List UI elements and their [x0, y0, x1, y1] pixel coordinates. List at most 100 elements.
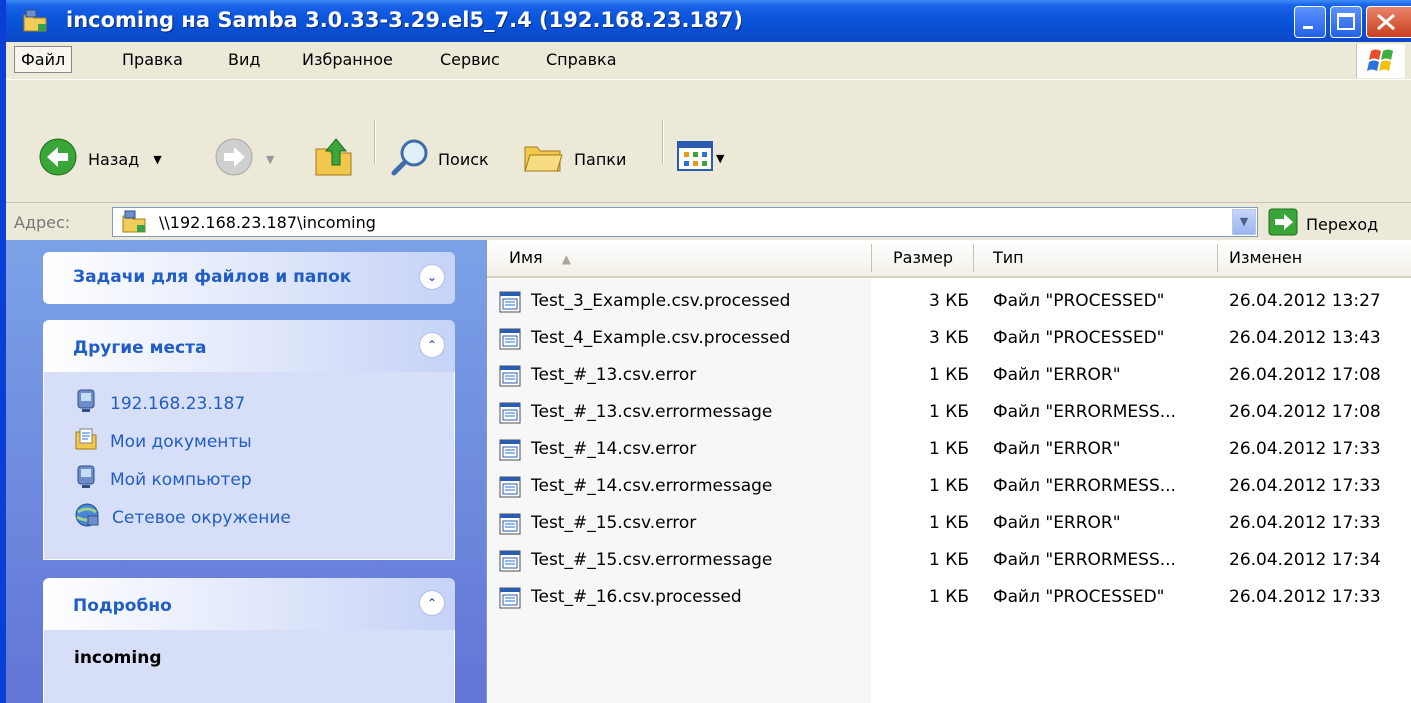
file-name: Test_#_16.csv.processed	[531, 587, 742, 607]
search-button[interactable]: Поиск	[390, 137, 489, 181]
file-row[interactable]: Test_#_13.csv.error 1 КБ Файл "ERROR" 26.04…	[487, 358, 1411, 395]
file-name: Test_4_Example.csv.processed	[531, 328, 791, 348]
file-modified: 26.04.2012 17:33	[1229, 513, 1381, 533]
maximize-button[interactable]	[1330, 6, 1362, 38]
folders-label: Папки	[574, 149, 627, 169]
menu-help[interactable]: Справка	[546, 50, 617, 69]
file-row[interactable]: Test_#_15.csv.errormessage 1 КБ Файл "ERRO…	[487, 543, 1411, 580]
column-divider[interactable]	[871, 244, 872, 272]
back-arrow-icon	[38, 137, 78, 181]
network-computer-icon	[74, 388, 110, 419]
file-type: Файл "PROCESSED"	[993, 328, 1165, 348]
place-label: Мой компьютер	[110, 469, 252, 490]
minimize-button[interactable]	[1294, 6, 1326, 38]
file-name: Test_#_14.csv.error	[531, 439, 697, 459]
place-label: Мои документы	[110, 431, 252, 452]
place-link-network-places[interactable]: Сетевое окружение	[74, 502, 291, 533]
file-icon	[499, 291, 521, 318]
windows-logo-icon	[1356, 44, 1405, 78]
file-icon	[499, 587, 521, 614]
search-icon	[390, 137, 430, 181]
file-type: Файл "ERROR"	[993, 365, 1121, 385]
file-size: 1 КБ	[929, 476, 969, 496]
file-list-view: Имя ▲ Размер Тип Изменен Test_3_Example.…	[486, 240, 1411, 703]
column-header-type[interactable]: Тип	[993, 248, 1024, 267]
go-label: Переход	[1306, 214, 1379, 234]
file-row[interactable]: Test_#_14.csv.errormessage 1 КБ Файл "ERRO…	[487, 469, 1411, 506]
column-header-modified[interactable]: Изменен	[1229, 248, 1302, 267]
other-places-title: Другие места	[73, 338, 207, 358]
menu-view[interactable]: Вид	[228, 50, 260, 69]
address-dropdown-icon[interactable]: ▼	[1232, 209, 1256, 235]
details-panel-header[interactable]: Подробно ⌃	[43, 578, 455, 630]
toolbar: Назад ▼ ▼ Поиск Папки ▼	[6, 80, 1411, 202]
back-dropdown-icon[interactable]: ▼	[153, 153, 161, 166]
file-row[interactable]: Test_#_15.csv.error 1 КБ Файл "ERROR" 26.04…	[487, 506, 1411, 543]
place-link-my-computer[interactable]: Мой компьютер	[74, 464, 252, 495]
file-name: Test_#_15.csv.error	[531, 513, 697, 533]
file-tasks-title: Задачи для файлов и папок	[73, 267, 352, 287]
place-link-network-computer[interactable]: 192.168.23.187	[74, 388, 245, 419]
views-button[interactable]: ▼	[676, 140, 724, 176]
other-places-list: 192.168.23.187 Мои документы Мой компьют…	[43, 372, 455, 560]
up-folder-icon	[312, 135, 356, 183]
menu-file[interactable]: Файл	[14, 46, 73, 73]
forward-button[interactable]: ▼	[214, 137, 274, 181]
file-size: 1 КБ	[929, 365, 969, 385]
folders-icon	[522, 137, 564, 181]
details-item-name: incoming	[74, 648, 162, 668]
other-places-panel-header[interactable]: Другие места ⌃	[43, 320, 455, 372]
collapse-chevron-icon[interactable]: ⌃	[419, 590, 445, 616]
network-places-icon	[74, 502, 112, 533]
file-tasks-panel-header[interactable]: Задачи для файлов и папок ⌄	[43, 252, 455, 304]
file-size: 1 КБ	[929, 402, 969, 422]
file-type: Файл "PROCESSED"	[993, 587, 1165, 607]
column-divider[interactable]	[1217, 244, 1218, 272]
file-icon	[499, 550, 521, 577]
file-icon	[499, 402, 521, 429]
file-modified: 26.04.2012 17:08	[1229, 402, 1381, 422]
column-header-name[interactable]: Имя ▲	[509, 248, 571, 267]
go-button[interactable]: Переход	[1268, 208, 1378, 240]
views-dropdown-icon[interactable]: ▼	[716, 152, 724, 165]
column-divider[interactable]	[973, 244, 974, 272]
search-label: Поиск	[438, 149, 489, 169]
my-computer-icon	[74, 464, 110, 495]
window-title: incoming на Samba 3.0.33-3.29.el5_7.4 (1…	[66, 8, 743, 32]
menu-edit[interactable]: Правка	[122, 50, 183, 69]
close-button[interactable]	[1366, 6, 1411, 38]
folders-button[interactable]: Папки	[522, 137, 626, 181]
expand-chevron-icon[interactable]: ⌄	[419, 264, 445, 290]
file-row[interactable]: Test_3_Example.csv.processed 3 КБ Файл "PR…	[487, 284, 1411, 321]
title-bar[interactable]: incoming на Samba 3.0.33-3.29.el5_7.4 (1…	[6, 0, 1411, 42]
forward-dropdown-icon[interactable]: ▼	[266, 153, 274, 166]
file-type: Файл "ERROR"	[993, 439, 1121, 459]
file-row[interactable]: Test_#_16.csv.processed 1 КБ Файл "PROCESS…	[487, 580, 1411, 617]
network-folder-icon	[22, 9, 48, 33]
file-row[interactable]: Test_#_14.csv.error 1 КБ Файл "ERROR" 26.04…	[487, 432, 1411, 469]
place-label: Сетевое окружение	[112, 507, 291, 528]
back-button[interactable]: Назад ▼	[38, 137, 162, 181]
collapse-chevron-icon[interactable]: ⌃	[419, 332, 445, 358]
column-header-size[interactable]: Размер	[893, 248, 953, 267]
up-folder-button[interactable]	[312, 135, 356, 183]
forward-arrow-icon	[214, 137, 254, 181]
menu-bar: Файл Правка Вид Избранное Сервис Справка	[6, 42, 1411, 80]
address-value: \\192.168.23.187\incoming	[159, 213, 376, 232]
address-bar: Адрес: \\192.168.23.187\incoming ▼ Перех…	[6, 202, 1411, 241]
task-pane: Задачи для файлов и папок ⌄ Другие места…	[6, 240, 486, 703]
address-input[interactable]: \\192.168.23.187\incoming ▼	[112, 207, 1258, 237]
file-type: Файл "ERRORMESS...	[993, 550, 1176, 570]
file-row[interactable]: Test_#_13.csv.errormessage 1 КБ Файл "ERRO…	[487, 395, 1411, 432]
network-folder-icon	[121, 210, 147, 239]
file-row[interactable]: Test_4_Example.csv.processed 3 КБ Файл "PR…	[487, 321, 1411, 358]
menu-tools[interactable]: Сервис	[440, 50, 500, 69]
menu-favorites[interactable]: Избранное	[302, 50, 393, 69]
file-size: 1 КБ	[929, 587, 969, 607]
file-size: 1 КБ	[929, 439, 969, 459]
file-size: 1 КБ	[929, 550, 969, 570]
address-label: Адрес:	[14, 213, 71, 232]
place-link-my-documents[interactable]: Мои документы	[74, 426, 252, 457]
file-size: 1 КБ	[929, 513, 969, 533]
file-icon	[499, 476, 521, 503]
